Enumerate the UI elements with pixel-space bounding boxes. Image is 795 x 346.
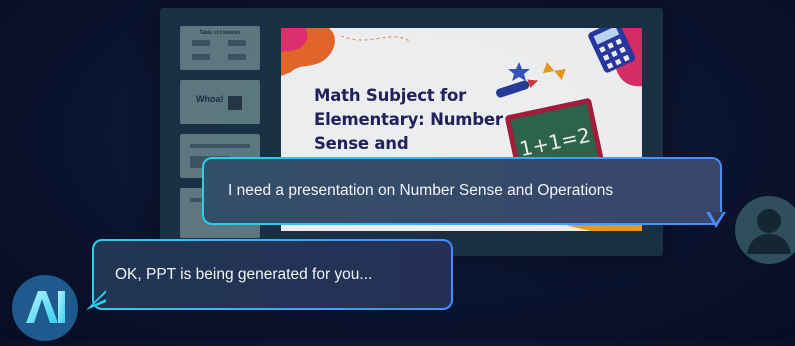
thumbnail-image (228, 96, 242, 110)
user-message-bubble: I need a presentation on Number Sense an… (202, 157, 722, 225)
bow-icon (542, 62, 566, 81)
thumbnail-title: Table of contents (199, 30, 241, 36)
user-person-icon (747, 209, 791, 254)
slide-title-line-2: Elementary: Number (314, 110, 503, 129)
thumbnail-block (228, 40, 246, 46)
user-message-text: I need a presentation on Number Sense an… (204, 159, 720, 223)
thumbnail-title: Whoa! (196, 94, 224, 104)
ai-message-bubble: OK, PPT is being generated for you... (92, 239, 453, 310)
thumbnail-block (192, 54, 210, 60)
ai-message-text: OK, PPT is being generated for you... (94, 241, 451, 308)
slide-thumbnail-2[interactable]: Whoa! (180, 80, 260, 124)
user-bubble-tail (706, 212, 726, 228)
chalkboard-text: 1+1=2 (517, 122, 593, 162)
ai-logo-icon (26, 291, 65, 323)
ai-avatar (12, 275, 78, 341)
thumbnail-block (190, 144, 250, 148)
thumbnail-block (192, 40, 210, 46)
star-icon (508, 62, 530, 81)
thumbnail-block (228, 54, 246, 60)
dashed-line (340, 35, 412, 43)
slide-thumbnail-1[interactable]: Table of contents (180, 26, 260, 70)
slide-title-line-1: Math Subject for (314, 86, 467, 105)
user-avatar (735, 196, 795, 264)
ai-bubble-tail (86, 290, 106, 310)
